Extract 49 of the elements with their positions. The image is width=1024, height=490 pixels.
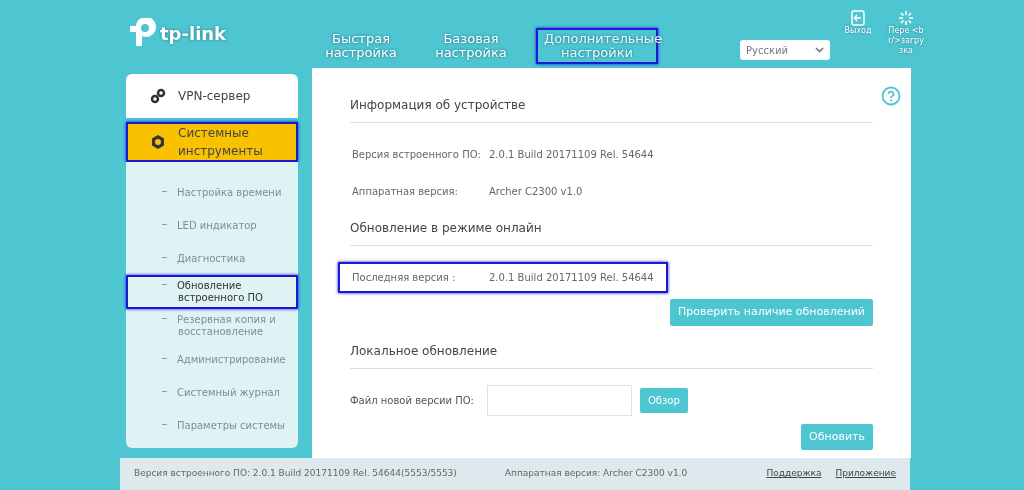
dash-icon — [162, 223, 167, 225]
dash-icon — [162, 423, 167, 425]
language-select[interactable]: Русский — [740, 40, 830, 60]
field-label: Аппаратная версия: — [352, 185, 459, 199]
reboot-button[interactable]: Пере <br/>загрузка — [886, 26, 926, 56]
submenu-item[interactable]: Резервная копия и восстановление — [126, 309, 298, 343]
section-title: Информация об устройстве — [350, 96, 873, 123]
submenu-item[interactable]: Администрирование — [126, 343, 298, 376]
submenu-item[interactable]: Системный журнал — [126, 376, 298, 409]
dash-icon — [162, 357, 167, 359]
nav-tab[interactable]: Быстрая настройка — [316, 28, 406, 64]
logo-text: tp-link — [160, 21, 227, 46]
sidebar-item[interactable]: VPN-сервер — [126, 74, 298, 118]
file-input-field[interactable] — [487, 384, 632, 416]
dash-icon — [162, 190, 167, 192]
dash-icon — [162, 256, 167, 258]
field-label: Файл новой версии ПО: — [350, 393, 475, 408]
chevron-down-icon — [815, 47, 824, 53]
link-icon — [150, 88, 166, 104]
logout-button[interactable]: Выход — [838, 26, 878, 36]
submenu-item[interactable]: Диагностика — [126, 242, 298, 275]
submenu-item[interactable]: Параметры системы — [126, 409, 298, 442]
select-value: Русский — [746, 43, 788, 58]
footer-text: Аппаратная версия: Archer C2300 v1.0 — [504, 467, 688, 481]
submenu-item[interactable]: Обновление встроенного ПО — [126, 275, 298, 309]
field-label: Версия встроенного ПО: — [352, 148, 482, 162]
field-value: 2.0.1 Build 20171109 Rel. 54644 — [489, 271, 654, 285]
footer-text: Версия встроенного ПО: 2.0.1 Build 20171109 Rel. 54644(5553/5553) — [134, 467, 457, 481]
footer-link[interactable]: Поддержка — [766, 467, 822, 481]
dash-icon — [162, 390, 167, 392]
submenu-item[interactable]: LED индикатор — [126, 209, 298, 242]
submenu-item[interactable]: Настройка времени — [126, 176, 298, 209]
section-title: Локальное обновление — [350, 341, 873, 369]
sidebar-item[interactable]: Системные инструменты — [126, 122, 298, 162]
logout-icon — [851, 10, 865, 26]
spinner-icon — [898, 10, 914, 26]
help-icon[interactable] — [881, 86, 901, 106]
dash-icon — [162, 318, 167, 319]
footer-link[interactable]: Приложение — [835, 467, 896, 481]
field-value: Archer C2300 v1.0 — [489, 185, 583, 199]
browse-button[interactable]: Обзор — [640, 387, 688, 413]
action-button[interactable]: Проверить наличие обновлений — [670, 299, 873, 326]
field-label: Последняя версия : — [352, 271, 457, 285]
section-title: Обновление в режиме онлайн — [350, 219, 873, 246]
dash-icon — [162, 284, 167, 285]
field-value: 2.0.1 Build 20171109 Rel. 54644 — [489, 148, 654, 162]
action-button[interactable]: Обновить — [801, 423, 873, 450]
gear-icon — [150, 134, 166, 150]
nav-tab[interactable]: Базовая настройка — [426, 28, 516, 64]
